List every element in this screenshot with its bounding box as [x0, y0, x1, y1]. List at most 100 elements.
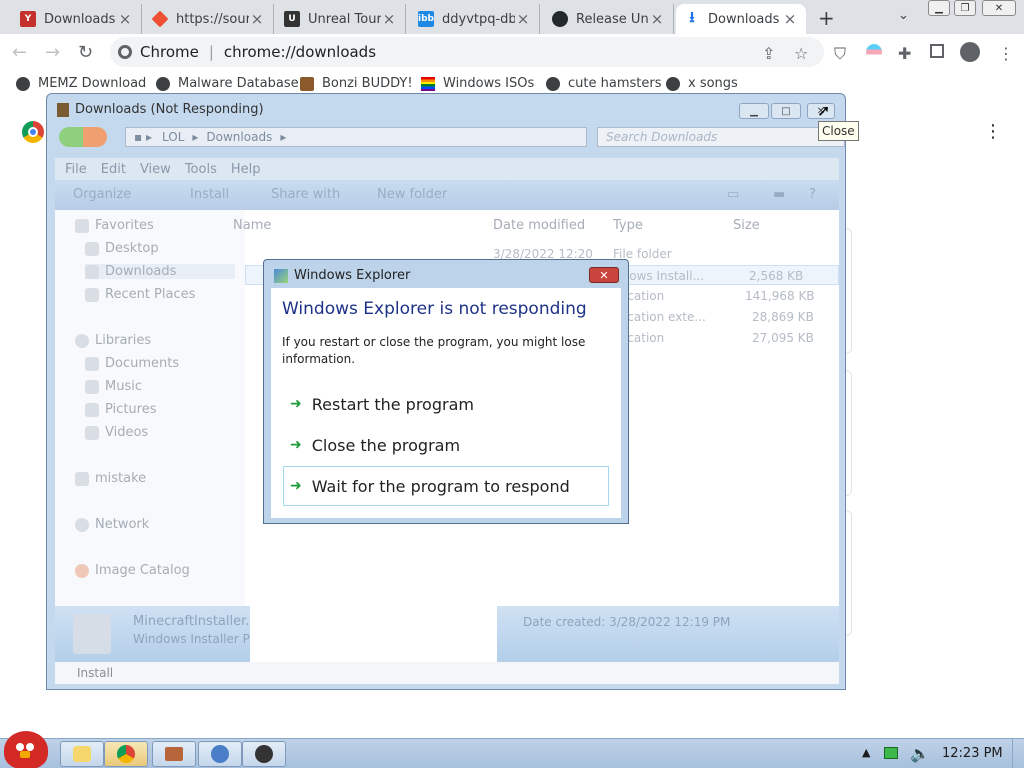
menu-view[interactable]: View	[140, 162, 171, 177]
column-type[interactable]: Type	[613, 218, 643, 233]
download-card	[846, 510, 852, 636]
nav-libraries[interactable]: Libraries	[75, 333, 151, 348]
dialog-title-bar[interactable]: Windows Explorer	[274, 268, 410, 283]
bookmark-item[interactable]: MEMZ Download	[16, 76, 146, 91]
libraries-icon	[75, 333, 89, 348]
close-tab-icon[interactable]: ×	[381, 10, 397, 28]
taskbar-clock[interactable]: 12:23 PM	[942, 746, 1003, 761]
tab-search-chevron-icon[interactable]: ⌄	[898, 8, 909, 23]
side-panel-icon[interactable]	[930, 44, 944, 58]
bookmark-item[interactable]: Bonzi BUDDY!	[300, 76, 413, 91]
tab-downloads-active[interactable]: ⭳ Downloads ×	[676, 4, 806, 34]
bookmark-item[interactable]: cute hamsters	[546, 76, 661, 91]
network-tray-icon[interactable]	[884, 747, 898, 759]
tab-downloads-1[interactable]: Y Downloads ×	[12, 4, 142, 34]
wait-for-program-button[interactable]: ➜ Wait for the program to respond	[283, 466, 609, 506]
menu-edit[interactable]: Edit	[101, 162, 126, 177]
taskbar-chrome-icon[interactable]	[104, 741, 148, 767]
close-tab-icon[interactable]: ×	[515, 10, 531, 28]
nav-desktop[interactable]: Desktop	[85, 241, 159, 256]
install-button[interactable]: Install	[190, 187, 229, 202]
nav-recent-places[interactable]: Recent Places	[85, 287, 195, 302]
nav-downloads[interactable]: Downloads	[85, 264, 235, 279]
preview-pane-icon[interactable]: ▬	[773, 187, 785, 202]
minimize-button[interactable]: ▁	[928, 0, 950, 16]
download-icon: ⭳	[689, 7, 695, 26]
nav-label: mistake	[95, 471, 147, 486]
tab-release[interactable]: Release Uni ×	[544, 4, 674, 34]
restore-button[interactable]: ❐	[954, 0, 976, 16]
close-tab-icon[interactable]: ×	[782, 10, 798, 28]
reload-icon[interactable]: ↻	[78, 42, 93, 63]
nav-label: Pictures	[105, 402, 157, 417]
downloads-folder-icon	[85, 264, 99, 279]
views-icon[interactable]: ▭	[727, 187, 739, 202]
nav-favorites[interactable]: Favorites	[75, 218, 154, 233]
address-bar[interactable]: Chrome | chrome://downloads	[110, 37, 824, 67]
share-with-button[interactable]: Share with	[271, 187, 340, 202]
close-tab-icon[interactable]: ×	[249, 10, 265, 28]
explorer-address-bar[interactable]: ▪ ▸ LOL ▸ Downloads ▸	[125, 127, 587, 147]
back-arrow-icon[interactable]: ←	[12, 42, 27, 63]
explorer-menu-bar: File Edit View Tools Help	[55, 158, 839, 180]
show-desktop-button[interactable]	[1012, 739, 1024, 768]
tab-unreal[interactable]: U Unreal Tour ×	[276, 4, 406, 34]
back-nav-icon[interactable]	[59, 127, 83, 147]
explorer-status-bar: Install	[55, 662, 839, 684]
bookmark-item[interactable]: Malware Database	[156, 76, 299, 91]
menu-help[interactable]: Help	[231, 162, 261, 177]
tray-expand-icon[interactable]: ▲	[862, 746, 870, 759]
extension-flag-icon[interactable]	[866, 44, 882, 60]
nav-music[interactable]: Music	[85, 379, 142, 394]
share-icon[interactable]: ⇪	[762, 44, 775, 63]
breadcrumb-lol[interactable]: LOL	[162, 130, 184, 144]
bookmark-item[interactable]: Windows ISOs	[421, 76, 534, 91]
dialog-close-button[interactable]: ✕	[589, 267, 619, 283]
page-menu-dots-icon[interactable]: ⋮	[984, 121, 1002, 142]
nav-documents[interactable]: Documents	[85, 356, 179, 371]
close-tab-icon[interactable]: ×	[649, 10, 665, 28]
close-tab-icon[interactable]: ×	[117, 10, 133, 28]
column-date-modified[interactable]: Date modified	[493, 218, 585, 233]
taskbar-media-icon[interactable]	[242, 741, 286, 767]
menu-dots-icon[interactable]: ⋮	[998, 44, 1014, 63]
taskbar-file-explorer-icon[interactable]	[60, 741, 104, 767]
nav-user[interactable]: mistake	[75, 471, 146, 486]
explorer-title-bar[interactable]: Downloads (Not Responding)	[57, 102, 264, 117]
bookmark-item[interactable]: x songs	[666, 76, 738, 91]
profile-avatar-icon[interactable]	[960, 42, 980, 62]
nav-image-catalog[interactable]: Image Catalog	[75, 563, 190, 578]
nav-label: Favorites	[95, 218, 154, 233]
close-program-button[interactable]: ➜ Close the program	[283, 425, 609, 465]
nav-network[interactable]: Network	[75, 517, 149, 532]
globe-icon	[16, 76, 30, 91]
taskbar-paint-icon[interactable]	[152, 741, 196, 767]
column-name[interactable]: Name	[233, 218, 271, 233]
taskbar-app-icon[interactable]	[198, 741, 242, 767]
breadcrumb-downloads[interactable]: Downloads	[206, 130, 272, 144]
tab-sour[interactable]: https://sour ×	[144, 4, 274, 34]
start-button-angry-bird-icon[interactable]	[4, 731, 48, 768]
ublock-shield-icon[interactable]: ⛉	[834, 44, 846, 64]
nav-videos[interactable]: Videos	[85, 425, 148, 440]
menu-tools[interactable]: Tools	[185, 162, 217, 177]
column-size[interactable]: Size	[733, 218, 760, 233]
tab-title: Downloads	[708, 11, 780, 27]
organize-button[interactable]: Organize	[73, 187, 131, 202]
tab-ddyvtpq[interactable]: ibb ddyvtpq-db ×	[410, 4, 540, 34]
close-window-button[interactable]: ✕	[982, 0, 1016, 16]
forward-arrow-icon[interactable]: →	[45, 42, 60, 63]
menu-file[interactable]: File	[65, 162, 87, 177]
explorer-search-input[interactable]: Search Downloads	[597, 127, 845, 147]
volume-tray-icon[interactable]: 🔈	[910, 744, 930, 763]
restart-program-button[interactable]: ➜ Restart the program	[283, 384, 609, 424]
help-icon[interactable]: ?	[809, 187, 816, 202]
extensions-puzzle-icon[interactable]: ✚	[898, 44, 911, 63]
new-tab-button[interactable]: +	[818, 6, 835, 30]
explorer-maximize-button[interactable]: □	[771, 103, 801, 119]
forward-nav-icon[interactable]	[83, 127, 107, 147]
bookmark-star-icon[interactable]: ☆	[794, 44, 808, 63]
new-folder-button[interactable]: New folder	[377, 187, 447, 202]
explorer-minimize-button[interactable]: ▁	[739, 103, 769, 119]
nav-pictures[interactable]: Pictures	[85, 402, 156, 417]
